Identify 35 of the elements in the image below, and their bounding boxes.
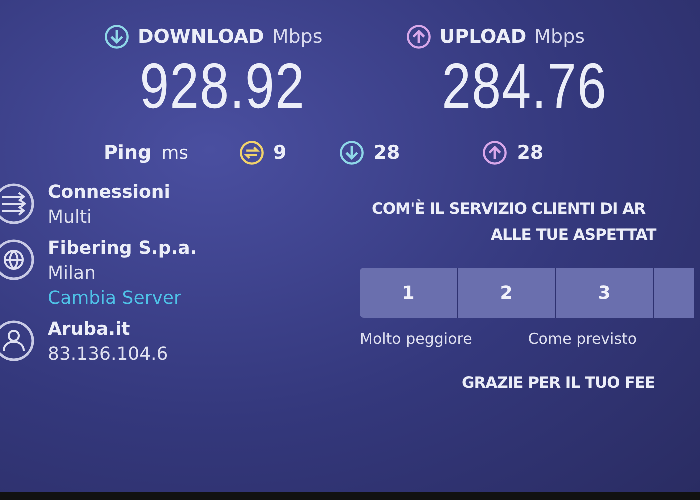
- download-speed: 928.92: [140, 50, 306, 122]
- upload-icon: [406, 24, 432, 50]
- user-icon: [0, 319, 36, 363]
- ping-value: 28: [374, 142, 400, 164]
- rating-button[interactable]: 3: [556, 268, 654, 318]
- ping-value: 28: [517, 142, 544, 164]
- upload-unit: Mbps: [534, 26, 586, 48]
- rating-button[interactable]: [654, 268, 695, 318]
- download-label: DOWNLOAD: [138, 26, 264, 48]
- info-value: Multi: [48, 207, 92, 228]
- survey-question: ALLE TUE ASPETTAT: [491, 226, 658, 244]
- ping-value: 9: [274, 142, 287, 164]
- survey-question: COM'È IL SERVIZIO CLIENTI DI AR: [372, 200, 647, 218]
- info-title: Aruba.it: [48, 319, 130, 340]
- upload-label: UPLOAD: [440, 26, 527, 48]
- upload-icon: [482, 140, 508, 166]
- connections-icon: [0, 182, 36, 226]
- ping-unit: ms: [162, 142, 188, 164]
- rating-button[interactable]: 2: [458, 268, 556, 318]
- info-title: Connessioni: [48, 182, 170, 203]
- scale-label: Molto peggiore: [360, 330, 472, 348]
- download-unit: Mbps: [272, 26, 323, 48]
- globe-icon: [0, 238, 36, 282]
- change-server-link[interactable]: Cambia Server: [48, 288, 182, 309]
- info-value: Milan: [48, 263, 96, 284]
- info-title: Fibering S.p.a.: [48, 238, 198, 259]
- rating-button[interactable]: 1: [360, 268, 458, 318]
- download-icon: [338, 140, 365, 166]
- upload-speed: 284.76: [442, 50, 608, 122]
- info-value: 83.136.104.6: [48, 344, 168, 365]
- thanks-message: GRAZIE PER IL TUO FEE: [462, 374, 656, 392]
- download-icon: [104, 24, 130, 50]
- ping-label: Ping: [104, 142, 152, 164]
- scale-label: Come previsto: [528, 330, 638, 348]
- idle-ping-icon: [238, 140, 264, 166]
